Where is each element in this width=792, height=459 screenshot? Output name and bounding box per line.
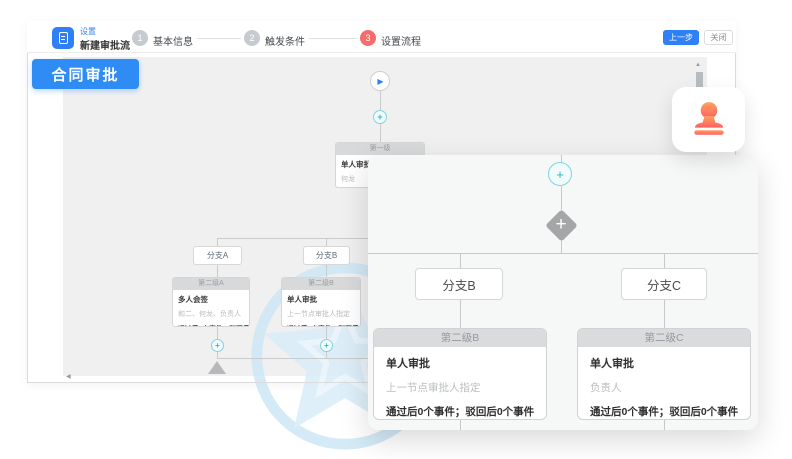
scroll-left-icon[interactable]: ◀ bbox=[66, 373, 71, 380]
gateway-plus-icon: + bbox=[545, 209, 577, 241]
previous-step-button[interactable]: 上一步 bbox=[663, 30, 699, 45]
step-connector bbox=[309, 38, 357, 39]
screenshot-stage: 设置 新建审批流 1 基本信息 2 触发条件 3 设置流程 上一步 关闭 ▲ ◀… bbox=[0, 0, 792, 459]
branch-a-node[interactable]: 分支A bbox=[193, 246, 242, 265]
add-node-button[interactable]: + bbox=[211, 339, 224, 352]
add-node-button[interactable]: + bbox=[320, 339, 333, 352]
step-2-circle[interactable]: 2 bbox=[244, 30, 260, 46]
level2a-card[interactable]: 第二级A 多人会签 和二、何龙、负责人 通过后0个事件；驳回后0个事件 bbox=[172, 277, 250, 327]
end-node-icon bbox=[208, 361, 226, 374]
level2b-card[interactable]: 第二级B 单人审批 上一节点审批人指定 通过后0个事件；驳回后0个事件 bbox=[281, 277, 361, 327]
start-node[interactable]: ▶ bbox=[370, 71, 390, 91]
branch-b-node-zoomed[interactable]: 分支B bbox=[415, 268, 503, 300]
branch-c-node-zoomed[interactable]: 分支C bbox=[621, 268, 707, 300]
stamp-card bbox=[672, 87, 745, 152]
add-node-button[interactable]: + bbox=[373, 110, 387, 124]
play-icon: ▶ bbox=[377, 77, 383, 86]
stamp-icon bbox=[686, 97, 732, 143]
app-logo-icon bbox=[52, 27, 74, 49]
level2c-card-title: 第二级C bbox=[578, 329, 750, 347]
app-subtitle: 设置 bbox=[80, 26, 96, 37]
flow-name-tag: 合同审批 bbox=[32, 59, 139, 89]
add-node-button[interactable]: + bbox=[548, 162, 572, 186]
level1-card-title: 第一级 bbox=[336, 143, 424, 155]
step-1-circle[interactable]: 1 bbox=[132, 30, 148, 46]
step-1-label: 基本信息 bbox=[153, 33, 193, 48]
gateway-node[interactable]: + bbox=[545, 209, 577, 241]
level2a-card-title: 第二级A bbox=[173, 278, 249, 290]
close-button[interactable]: 关闭 bbox=[704, 30, 733, 45]
level2b-card-title: 第二级B bbox=[282, 278, 360, 290]
app-title: 新建审批流 bbox=[80, 37, 130, 52]
level2b-card-title: 第二级B bbox=[374, 329, 546, 347]
step-2-label: 触发条件 bbox=[265, 33, 305, 48]
branch-b-node[interactable]: 分支B bbox=[303, 246, 350, 265]
level2b-card-zoomed[interactable]: 第二级B 单人审批 上一节点审批人指定 通过后0个事件；驳回后0个事件 bbox=[373, 328, 547, 420]
step-3-label: 设置流程 bbox=[381, 33, 421, 48]
zoomed-flow-panel: + + 分支B 分支C 第二级B 单人审批 上一节点审批人指定 通过后0个事件；… bbox=[368, 155, 758, 430]
step-3-circle[interactable]: 3 bbox=[360, 30, 376, 46]
scroll-up-icon[interactable]: ▲ bbox=[695, 62, 701, 68]
step-connector bbox=[197, 38, 241, 39]
level2c-card-zoomed[interactable]: 第二级C 单人审批 负责人 通过后0个事件；驳回后0个事件 bbox=[577, 328, 751, 420]
